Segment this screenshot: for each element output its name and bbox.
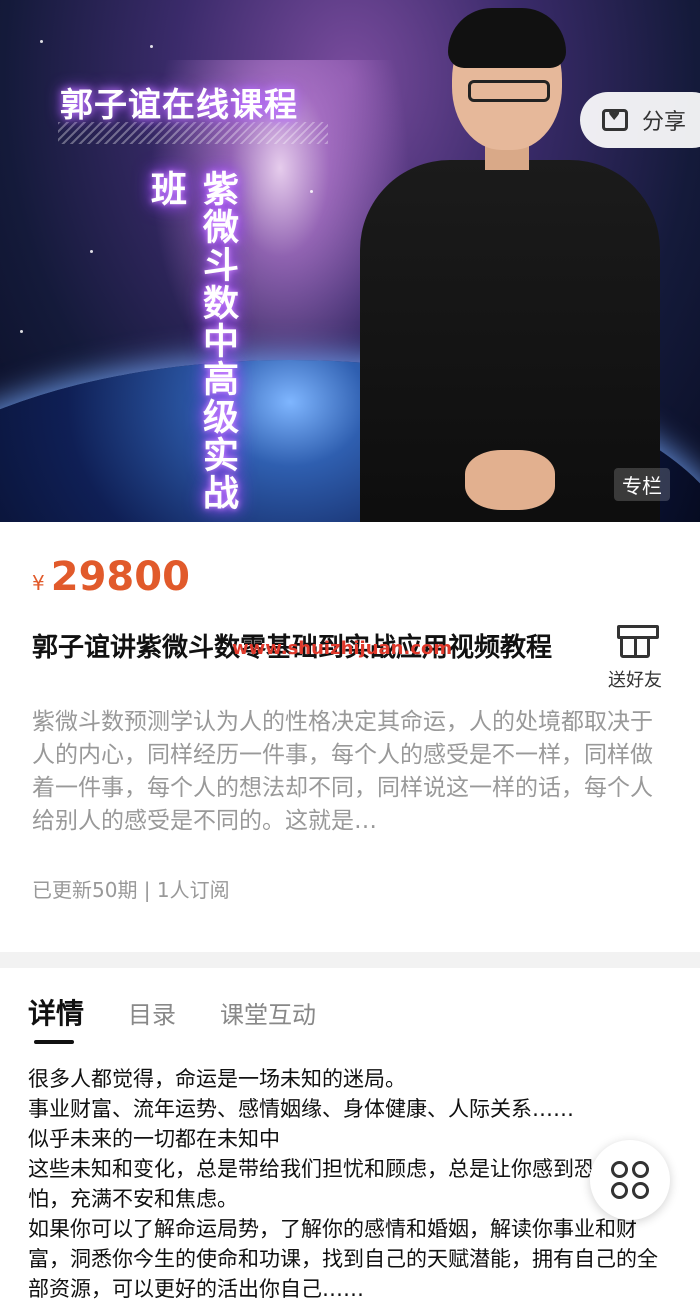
price-currency: ¥ <box>32 571 45 595</box>
gift-icon <box>617 625 659 658</box>
hero-vertical-title: 紫微斗数中高级实战班 <box>145 170 239 512</box>
star-decoration <box>310 190 313 193</box>
star-decoration <box>150 45 153 48</box>
gift-label: 送好友 <box>608 670 662 691</box>
tab-interaction[interactable]: 课堂互动 <box>220 995 316 1030</box>
tab-catalog[interactable]: 目录 <box>128 995 176 1030</box>
share-icon <box>602 108 628 131</box>
price: ¥ 29800 <box>32 554 190 600</box>
send-to-friend-button[interactable]: 送好友 <box>600 625 670 692</box>
floating-menu-button[interactable] <box>590 1140 670 1220</box>
course-tag: 郭子谊在线课程 <box>60 85 298 124</box>
star-decoration <box>40 40 43 43</box>
grid-menu-icon <box>611 1161 649 1199</box>
article-line: 似乎未来的一切都在未知中 <box>28 1127 280 1151</box>
article-line: 这些未知和变化，总是带给我们担忧和顾虑，总是让你感到恐惧和害怕，充满不安和焦虑。 <box>28 1157 658 1211</box>
instructor-photo <box>360 8 660 522</box>
watermark-text: www.shuizhijuan.com <box>232 638 453 659</box>
detail-tabs: 详情 目录 课堂互动 <box>28 992 316 1044</box>
tab-details[interactable]: 详情 <box>28 992 84 1044</box>
detail-article: 很多人都觉得，命运是一场未知的迷局。 事业财富、流年运势、感情姻缘、身体健康、人… <box>28 1064 672 1300</box>
article-line: 很多人都觉得，命运是一场未知的迷局。 <box>28 1067 406 1091</box>
instructor-glasses <box>468 80 550 102</box>
product-info-card: ¥ 29800 郭子谊讲紫微斗数零基础到实战应用视频教程 www.shuizhi… <box>0 522 700 952</box>
details-section: 详情 目录 课堂互动 很多人都觉得，命运是一场未知的迷局。 事业财富、流年运势、… <box>0 968 700 1300</box>
article-line: 事业财富、流年运势、感情姻缘、身体健康、人际关系…… <box>28 1097 574 1121</box>
hero-banner: 郭子谊在线课程 紫微斗数中高级实战班 分享 专栏 <box>0 0 700 522</box>
share-button[interactable]: 分享 <box>580 92 700 148</box>
column-badge: 专栏 <box>614 468 670 501</box>
product-meta: 已更新50期 | 1人订阅 <box>32 878 230 902</box>
instructor-hands <box>465 450 555 510</box>
star-decoration <box>90 250 93 253</box>
share-label: 分享 <box>642 110 687 135</box>
product-description[interactable]: 紫微斗数预测学认为人的性格决定其命运，人的处境都取决于人的内心，同样经历一件事，… <box>32 706 668 838</box>
price-amount: 29800 <box>50 554 190 600</box>
star-decoration <box>20 330 23 333</box>
instructor-hair <box>448 8 566 68</box>
article-line: 如果你可以了解命运局势，了解你的感情和婚姻，解读你事业和财富，洞悉你今生的使命和… <box>28 1217 658 1300</box>
